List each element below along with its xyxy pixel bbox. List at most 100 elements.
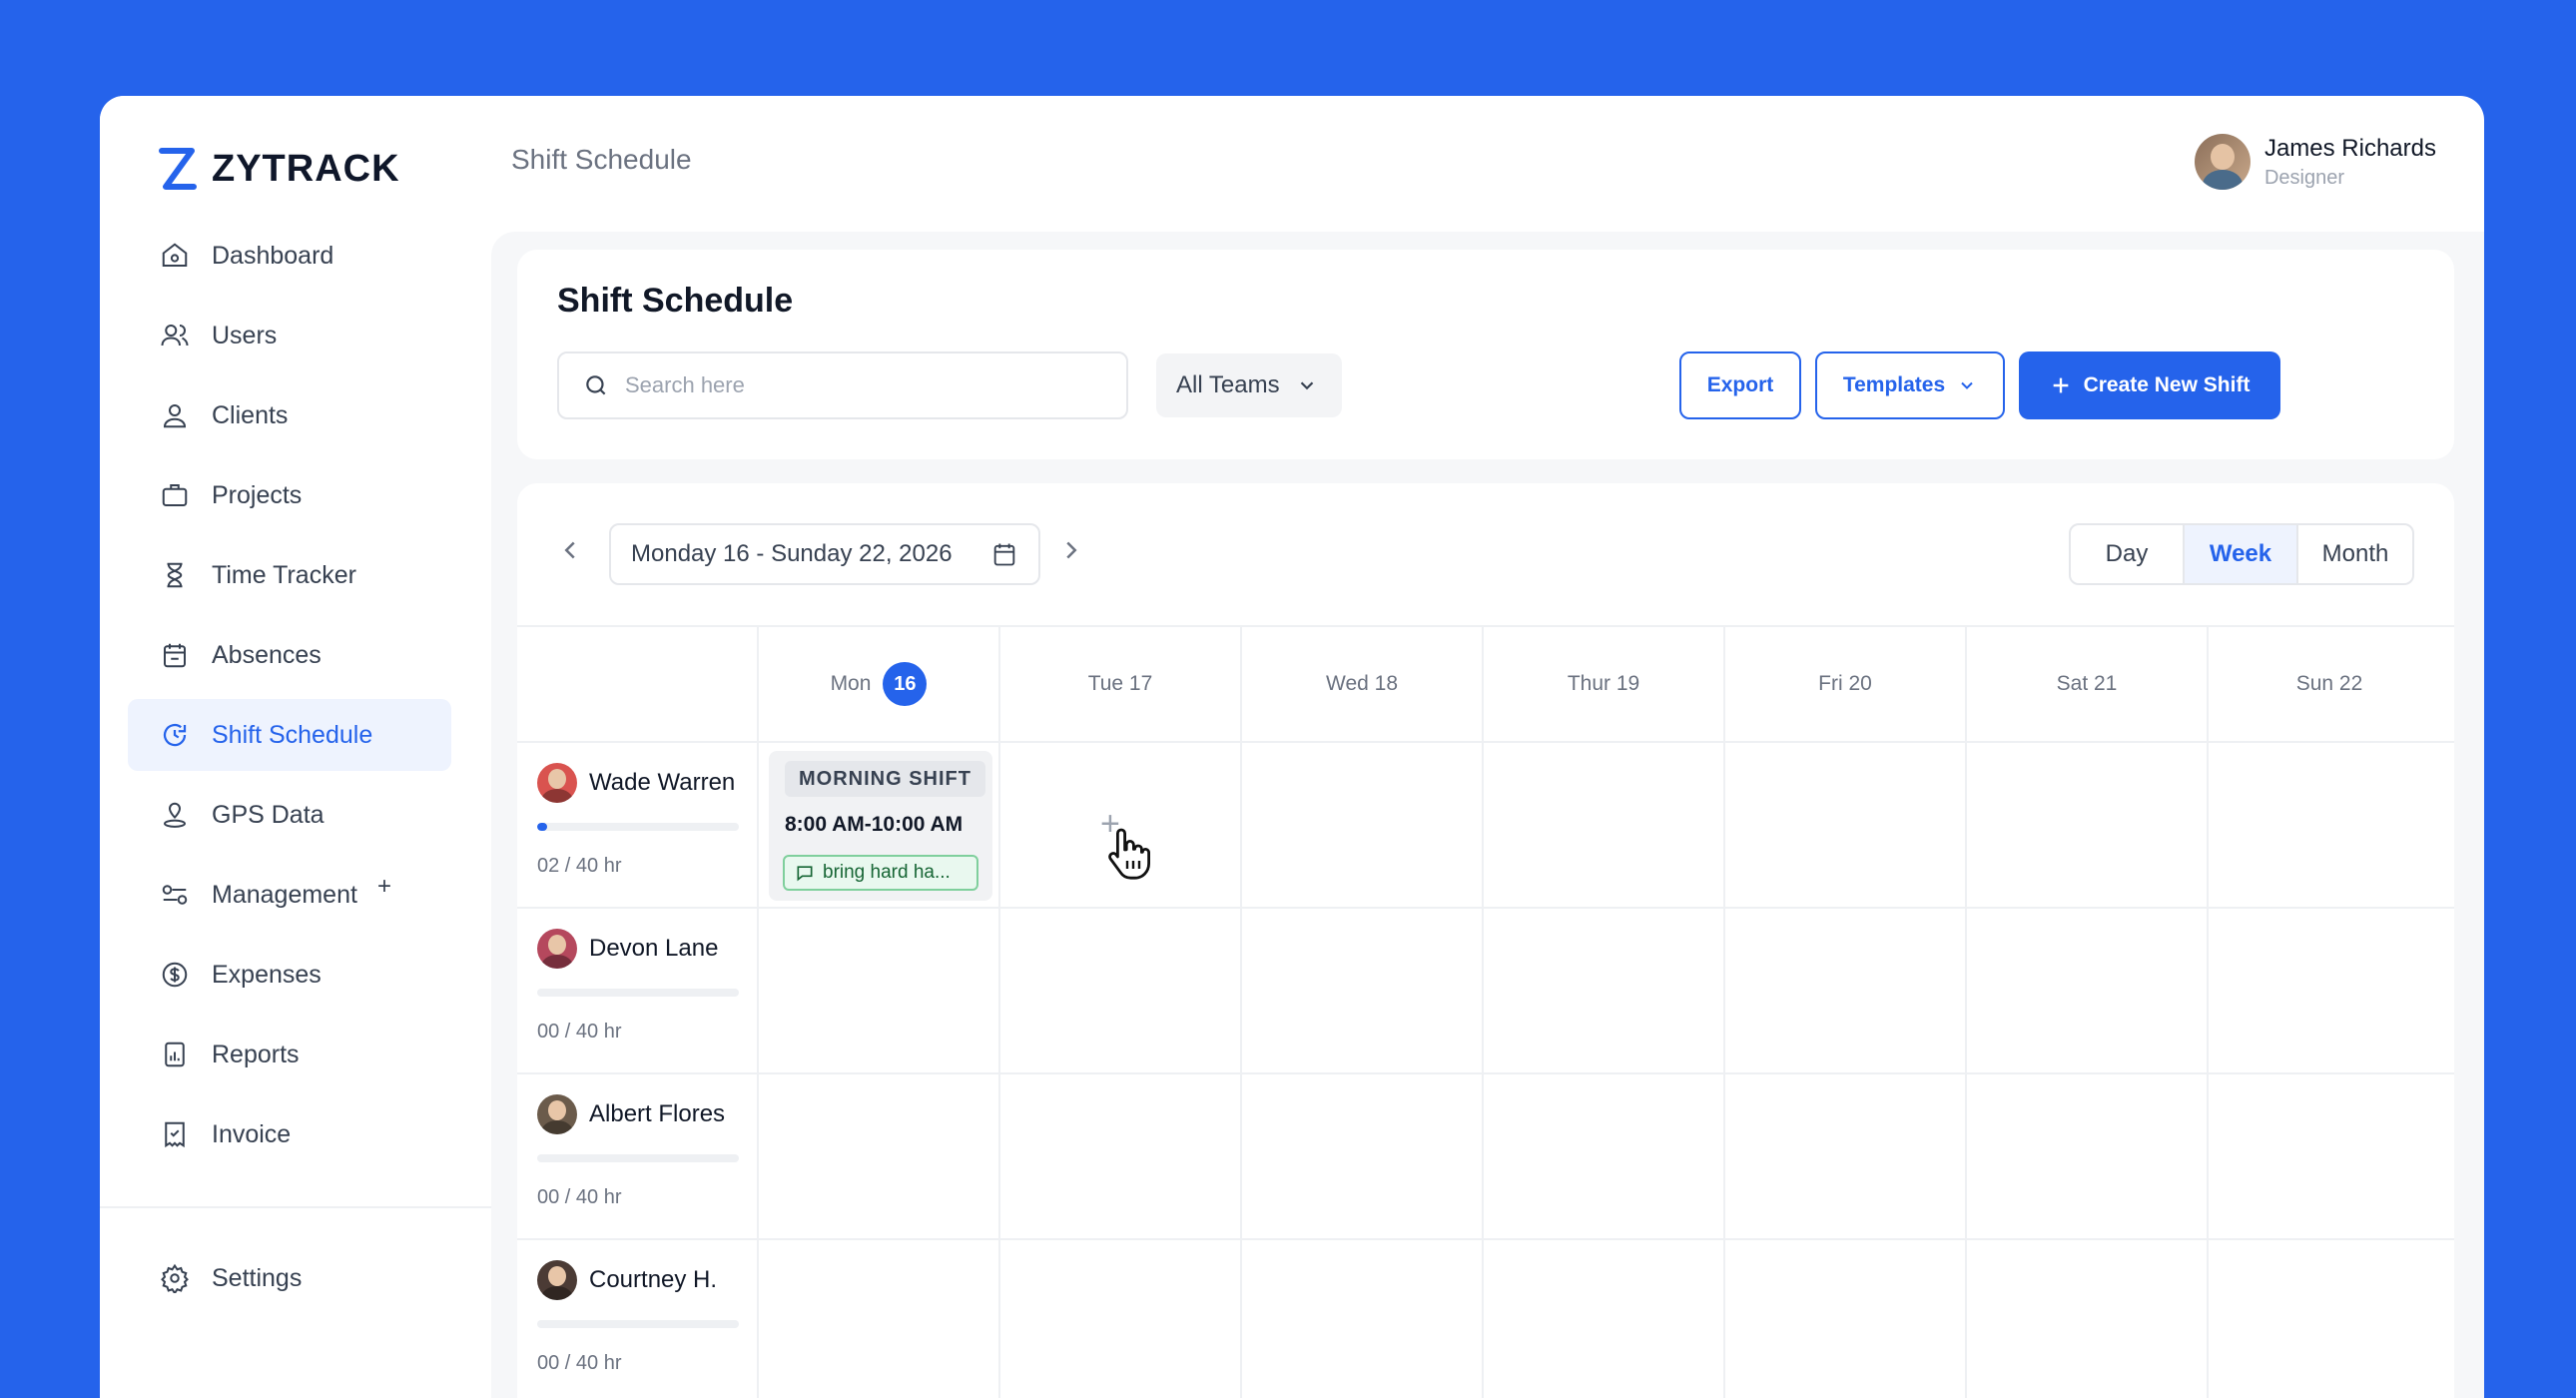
sidebar-item-label: Shift Schedule xyxy=(212,720,373,749)
shift-slot[interactable] xyxy=(1242,1074,1484,1238)
sidebar-item-reports[interactable]: Reports xyxy=(128,1019,451,1090)
sidebar-item-shift-schedule[interactable]: Shift Schedule xyxy=(128,699,451,771)
hours-text: 02 / 40 hr xyxy=(537,855,622,877)
sidebar-item-settings[interactable]: Settings xyxy=(128,1242,451,1314)
templates-button[interactable]: Templates xyxy=(1815,351,2005,419)
sidebar-item-label: Absences xyxy=(212,640,322,669)
shift-slot[interactable] xyxy=(2209,909,2450,1072)
shift-slot[interactable] xyxy=(1967,743,2209,907)
employee-cell[interactable]: Courtney H. 00 / 40 hr xyxy=(517,1240,759,1398)
table-row: Devon Lane 00 / 40 hr xyxy=(517,909,2454,1074)
shift-slot[interactable] xyxy=(759,1074,1000,1238)
shift-slot[interactable] xyxy=(1484,1240,1725,1398)
employee-cell[interactable]: Wade Warren 02 / 40 hr xyxy=(517,743,759,907)
search-placeholder: Search here xyxy=(625,372,745,397)
app-window: ZYTRACK Dashboard Users Clients Projects xyxy=(100,96,2484,1398)
location-icon xyxy=(164,802,186,828)
sidebar-item-invoice[interactable]: Invoice xyxy=(128,1098,451,1170)
employee-cell[interactable]: Devon Lane 00 / 40 hr xyxy=(517,909,759,1072)
topbar-title: Shift Schedule xyxy=(511,144,692,175)
date-range-picker[interactable]: Monday 16 - Sunday 22, 2026 xyxy=(609,523,1040,585)
avatar xyxy=(537,763,577,803)
shift-tag: MORNING SHIFT xyxy=(785,761,985,797)
export-button[interactable]: Export xyxy=(1679,351,1801,419)
view-week-button[interactable]: Week xyxy=(2185,525,2298,583)
day-header-wed: Wed 18 xyxy=(1242,627,1484,741)
sidebar-item-expenses[interactable]: Expenses xyxy=(128,939,451,1011)
shift-slot[interactable] xyxy=(1000,909,1242,1072)
shift-slot[interactable]: + xyxy=(1000,743,1242,907)
employee-name: Devon Lane xyxy=(589,935,719,962)
create-new-shift-button[interactable]: Create New Shift xyxy=(2019,351,2280,419)
invoice-icon xyxy=(165,1121,185,1148)
sidebar-item-clients[interactable]: Clients xyxy=(128,379,451,451)
management-expand-badge[interactable]: + xyxy=(377,873,391,901)
chevron-right-icon[interactable] xyxy=(1056,535,1086,565)
shift-slot[interactable] xyxy=(759,1240,1000,1398)
shift-slot[interactable] xyxy=(1000,1074,1242,1238)
employee-cell[interactable]: Albert Flores 00 / 40 hr xyxy=(517,1074,759,1238)
shift-card[interactable]: MORNING SHIFT 8:00 AM-10:00 AM bring har… xyxy=(769,751,992,901)
sidebar-item-projects[interactable]: Projects xyxy=(128,459,451,531)
teams-filter-dropdown[interactable]: All Teams xyxy=(1156,353,1342,417)
chevron-left-icon[interactable] xyxy=(555,535,585,565)
sidebar-item-management[interactable]: Management + xyxy=(128,859,451,931)
employee-info: Albert Flores xyxy=(537,1094,725,1134)
header-card: Shift Schedule Search here All Teams Exp… xyxy=(517,250,2454,459)
shift-slot[interactable] xyxy=(1000,1240,1242,1398)
main-content: Shift Schedule Search here All Teams Exp… xyxy=(491,232,2484,1398)
hours-progress xyxy=(537,1320,739,1328)
sidebar-item-label: Reports xyxy=(212,1040,300,1068)
shift-slot[interactable] xyxy=(1725,909,1967,1072)
sidebar-item-absences[interactable]: Absences xyxy=(128,619,451,691)
sidebar-nav: Dashboard Users Clients Projects Time Tr… xyxy=(128,220,451,1178)
shift-note[interactable]: bring hard ha... xyxy=(783,855,978,891)
shift-slot[interactable] xyxy=(1484,1074,1725,1238)
shift-slot[interactable] xyxy=(1484,743,1725,907)
chevron-down-icon xyxy=(1300,381,1313,390)
calendar-icon xyxy=(993,543,1015,566)
sidebar-item-time-tracker[interactable]: Time Tracker xyxy=(128,539,451,611)
shift-slot[interactable] xyxy=(1242,1240,1484,1398)
hours-progress xyxy=(537,989,739,997)
sidebar-item-gps-data[interactable]: GPS Data xyxy=(128,779,451,851)
shift-slot[interactable] xyxy=(2209,743,2450,907)
shift-slot[interactable] xyxy=(1725,743,1967,907)
grid-corner xyxy=(517,627,759,741)
shift-slot[interactable] xyxy=(1725,1074,1967,1238)
shift-slot[interactable] xyxy=(2209,1240,2450,1398)
shift-slot[interactable] xyxy=(1967,1074,2209,1238)
shift-slot[interactable] xyxy=(759,909,1000,1072)
shift-slot[interactable] xyxy=(1967,1240,2209,1398)
shift-slot[interactable] xyxy=(1967,909,2209,1072)
avatar xyxy=(537,929,577,969)
view-month-button[interactable]: Month xyxy=(2298,525,2412,583)
sidebar-item-label: Time Tracker xyxy=(212,560,356,589)
shift-slot[interactable] xyxy=(1725,1240,1967,1398)
teams-filter-value: All Teams xyxy=(1176,371,1280,398)
sidebar-item-dashboard[interactable]: Dashboard xyxy=(128,220,451,292)
shift-slot[interactable]: MORNING SHIFT 8:00 AM-10:00 AM bring har… xyxy=(759,743,1000,907)
search-input[interactable]: Search here xyxy=(557,351,1128,419)
employee-name: Courtney H. xyxy=(589,1266,718,1293)
dollar-icon xyxy=(162,962,188,988)
sidebar-item-users[interactable]: Users xyxy=(128,300,451,371)
hourglass-icon xyxy=(167,562,183,588)
table-row: Albert Flores 00 / 40 hr xyxy=(517,1074,2454,1240)
shift-slot[interactable] xyxy=(1484,909,1725,1072)
avatar xyxy=(537,1094,577,1134)
brand-logo[interactable]: ZYTRACK xyxy=(158,144,400,194)
grid-header-row: Mon 16 Tue 17 Wed 18 Thur 19 Fri 20 Sat … xyxy=(517,625,2454,743)
shift-slot[interactable] xyxy=(1242,743,1484,907)
table-row: Wade Warren 02 / 40 hr MORNING SHIFT 8:0… xyxy=(517,743,2454,909)
user-profile[interactable]: James Richards Designer xyxy=(2194,134,2436,190)
day-header-sun: Sun 22 xyxy=(2295,672,2363,695)
view-day-button[interactable]: Day xyxy=(2071,525,2185,583)
sidebar-item-label: Management xyxy=(212,880,357,909)
shift-slot[interactable] xyxy=(1242,909,1484,1072)
shift-slot[interactable] xyxy=(2209,1074,2450,1238)
templates-button-label: Templates xyxy=(1842,373,1946,396)
day-header-tue: Tue 17 xyxy=(1000,627,1242,741)
day-header-fri: Fri 20 xyxy=(1725,627,1967,741)
hours-progress-fill xyxy=(537,823,548,831)
